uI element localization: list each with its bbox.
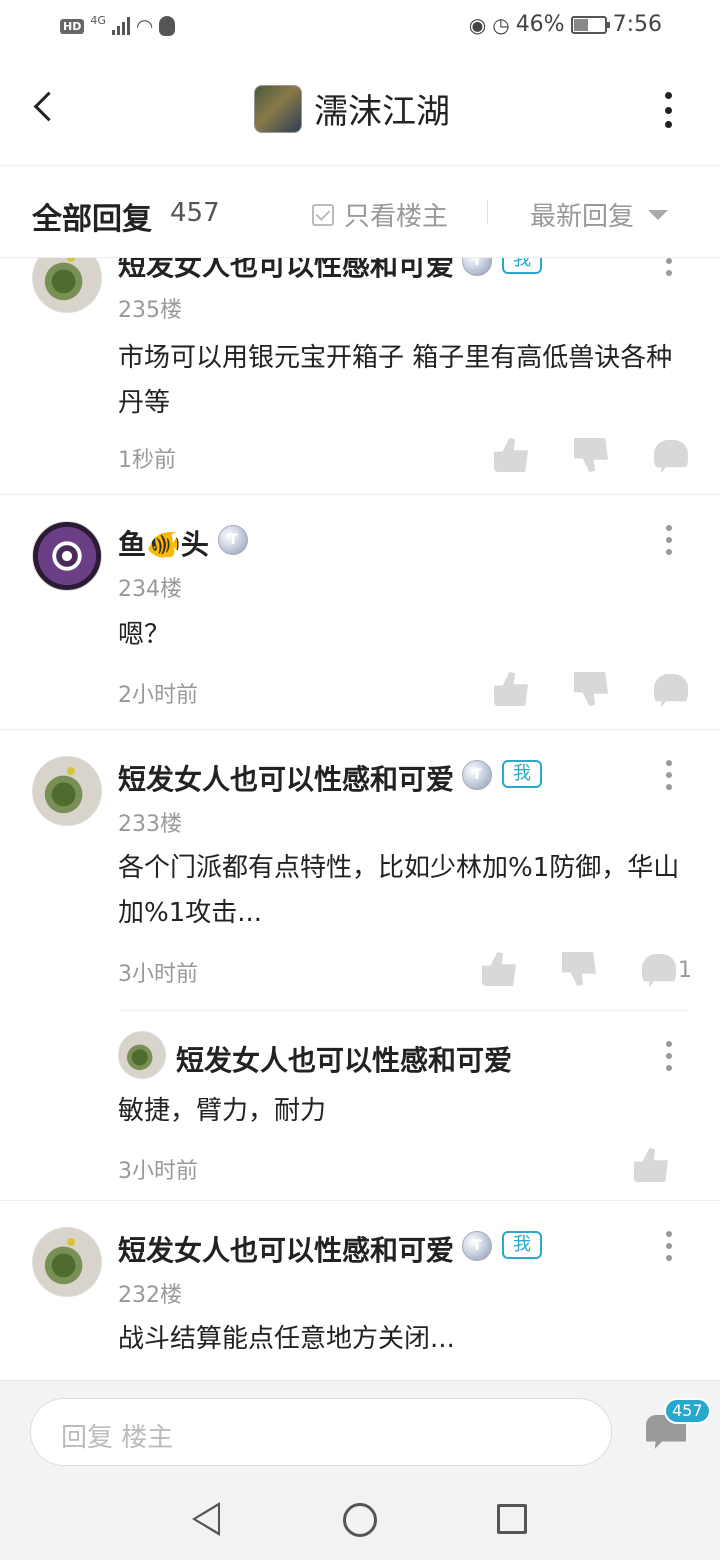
status-right: ◉ ◷ 46% 7:56 xyxy=(469,12,662,37)
sort-dropdown[interactable]: 最新回复 xyxy=(530,196,669,233)
signal-icon xyxy=(111,17,130,35)
username[interactable]: 短发女人也可以性感和可爱 xyxy=(118,258,454,284)
level-badge: T xyxy=(218,525,248,555)
thumb-down-icon[interactable] xyxy=(562,952,596,986)
reply-post: 鱼🐠头 T 234楼 嗯？ 2小时前 xyxy=(0,495,720,730)
level-badge: T xyxy=(462,1231,492,1261)
more-vertical-icon[interactable] xyxy=(656,92,680,128)
more-vertical-icon[interactable] xyxy=(666,525,674,555)
floor-number: 232楼 xyxy=(118,1283,182,1308)
more-vertical-icon[interactable] xyxy=(666,1231,674,1261)
level-badge: T xyxy=(462,258,492,276)
reply-input[interactable]: 回复 楼主 xyxy=(30,1398,612,1466)
me-tag: 我 xyxy=(502,258,542,274)
clock: 7:56 xyxy=(612,12,662,37)
reply-time: 2小时前 xyxy=(118,683,198,708)
qq-icon xyxy=(159,16,176,36)
avatar[interactable] xyxy=(118,1031,166,1079)
sort-label: 最新回复 xyxy=(530,202,635,232)
forum-name: 濡沫江湖 xyxy=(314,92,450,132)
divider xyxy=(487,200,488,224)
battery-icon xyxy=(570,15,610,34)
battery-percent: 46% xyxy=(515,12,565,37)
all-replies-label: 全部回复 xyxy=(32,202,152,237)
wifi-icon: ◠ xyxy=(135,14,154,38)
reply-content: 各个门派都有点特性，比如少林加%1防御，华山加%1攻击... xyxy=(118,853,680,928)
thumb-up-icon[interactable] xyxy=(494,672,528,706)
thumb-up-icon[interactable] xyxy=(494,438,528,472)
reply-content: 市场可以用银元宝开箱子 箱子里有高低兽诀各种丹等 xyxy=(118,343,673,418)
avatar[interactable] xyxy=(32,258,102,313)
only-op-toggle[interactable]: 只看楼主 xyxy=(312,196,448,233)
reply-post: 短发女人也可以性感和可爱 T 我 235楼 市场可以用银元宝开箱子 箱子里有高低… xyxy=(0,258,720,495)
only-op-label: 只看楼主 xyxy=(344,202,449,232)
status-bar: HD 4G ◠ ◉ ◷ 46% 7:56 xyxy=(0,0,720,56)
reply-count-badge: 457 xyxy=(664,1398,711,1424)
floor-number: 235楼 xyxy=(118,298,182,323)
level-badge: T xyxy=(462,760,492,790)
username[interactable]: 鱼🐠头 xyxy=(118,523,209,563)
comment-icon[interactable] xyxy=(654,674,688,708)
thumb-up-icon[interactable] xyxy=(634,1148,668,1182)
reply-time: 1秒前 xyxy=(118,448,176,473)
network-type: 4G xyxy=(90,13,106,27)
eye-icon: ◉ xyxy=(468,12,487,37)
reply-bar: 回复 楼主 457 xyxy=(0,1380,720,1480)
more-vertical-icon[interactable] xyxy=(666,258,674,276)
me-tag: 我 xyxy=(502,1231,542,1259)
floor-number: 233楼 xyxy=(118,812,182,837)
hd-icon: HD xyxy=(60,18,85,34)
more-vertical-icon[interactable] xyxy=(666,1041,674,1071)
sub-reply: 短发女人也可以性感和可爱 敏捷，臂力，耐力 3小时前 xyxy=(118,1010,690,1200)
avatar[interactable] xyxy=(32,521,102,591)
more-vertical-icon[interactable] xyxy=(666,760,674,790)
status-left: HD 4G ◠ xyxy=(60,13,176,38)
comment-icon[interactable] xyxy=(654,440,688,474)
forum-logo xyxy=(254,84,302,133)
comment-count: 1 xyxy=(678,958,692,983)
forum-title[interactable]: 濡沫江湖 xyxy=(254,84,450,133)
nav-back-icon[interactable] xyxy=(192,1502,220,1536)
reply-content: 战斗结算能点任意地方关闭... xyxy=(118,1324,455,1354)
reply-post: 短发女人也可以性感和可爱 T 我 233楼 各个门派都有点特性，比如少林加%1防… xyxy=(0,730,720,1201)
thumb-down-icon[interactable] xyxy=(574,672,608,706)
reply-post: 短发女人也可以性感和可爱 T 我 232楼 战斗结算能点任意地方关闭... xyxy=(0,1201,720,1380)
sub-reply-content: 敏捷，臂力，耐力 xyxy=(118,1096,327,1126)
filter-bar: 全部回复 457 只看楼主 最新回复 xyxy=(0,166,720,258)
username[interactable]: 短发女人也可以性感和可爱 xyxy=(118,758,454,798)
top-header: 濡沫江湖 xyxy=(0,56,720,166)
me-tag: 我 xyxy=(502,760,542,788)
comment-icon[interactable] xyxy=(642,954,676,988)
thumb-down-icon[interactable] xyxy=(574,438,608,472)
battery-fill xyxy=(573,18,588,31)
caret-down-icon xyxy=(648,209,669,220)
reply-content: 嗯？ xyxy=(118,620,171,650)
sub-reply-username[interactable]: 短发女人也可以性感和可爱 xyxy=(176,1039,512,1079)
username[interactable]: 短发女人也可以性感和可爱 xyxy=(118,1229,454,1269)
nav-home-icon[interactable] xyxy=(343,1503,377,1537)
reply-time: 3小时前 xyxy=(118,962,198,987)
alarm-icon: ◷ xyxy=(492,12,510,37)
reply-feed[interactable]: 短发女人也可以性感和可爱 T 我 235楼 市场可以用银元宝开箱子 箱子里有高低… xyxy=(0,258,720,1380)
sub-reply-time: 3小时前 xyxy=(118,1159,198,1184)
avatar[interactable] xyxy=(32,1227,102,1297)
back-arrow-icon[interactable] xyxy=(22,86,66,130)
reply-count: 457 xyxy=(170,198,220,228)
avatar[interactable] xyxy=(32,756,102,826)
checkbox-icon xyxy=(312,203,334,226)
system-nav-bar xyxy=(0,1480,720,1560)
thumb-up-icon[interactable] xyxy=(482,952,516,986)
nav-recent-icon[interactable] xyxy=(497,1504,527,1534)
floor-number: 234楼 xyxy=(118,577,182,602)
